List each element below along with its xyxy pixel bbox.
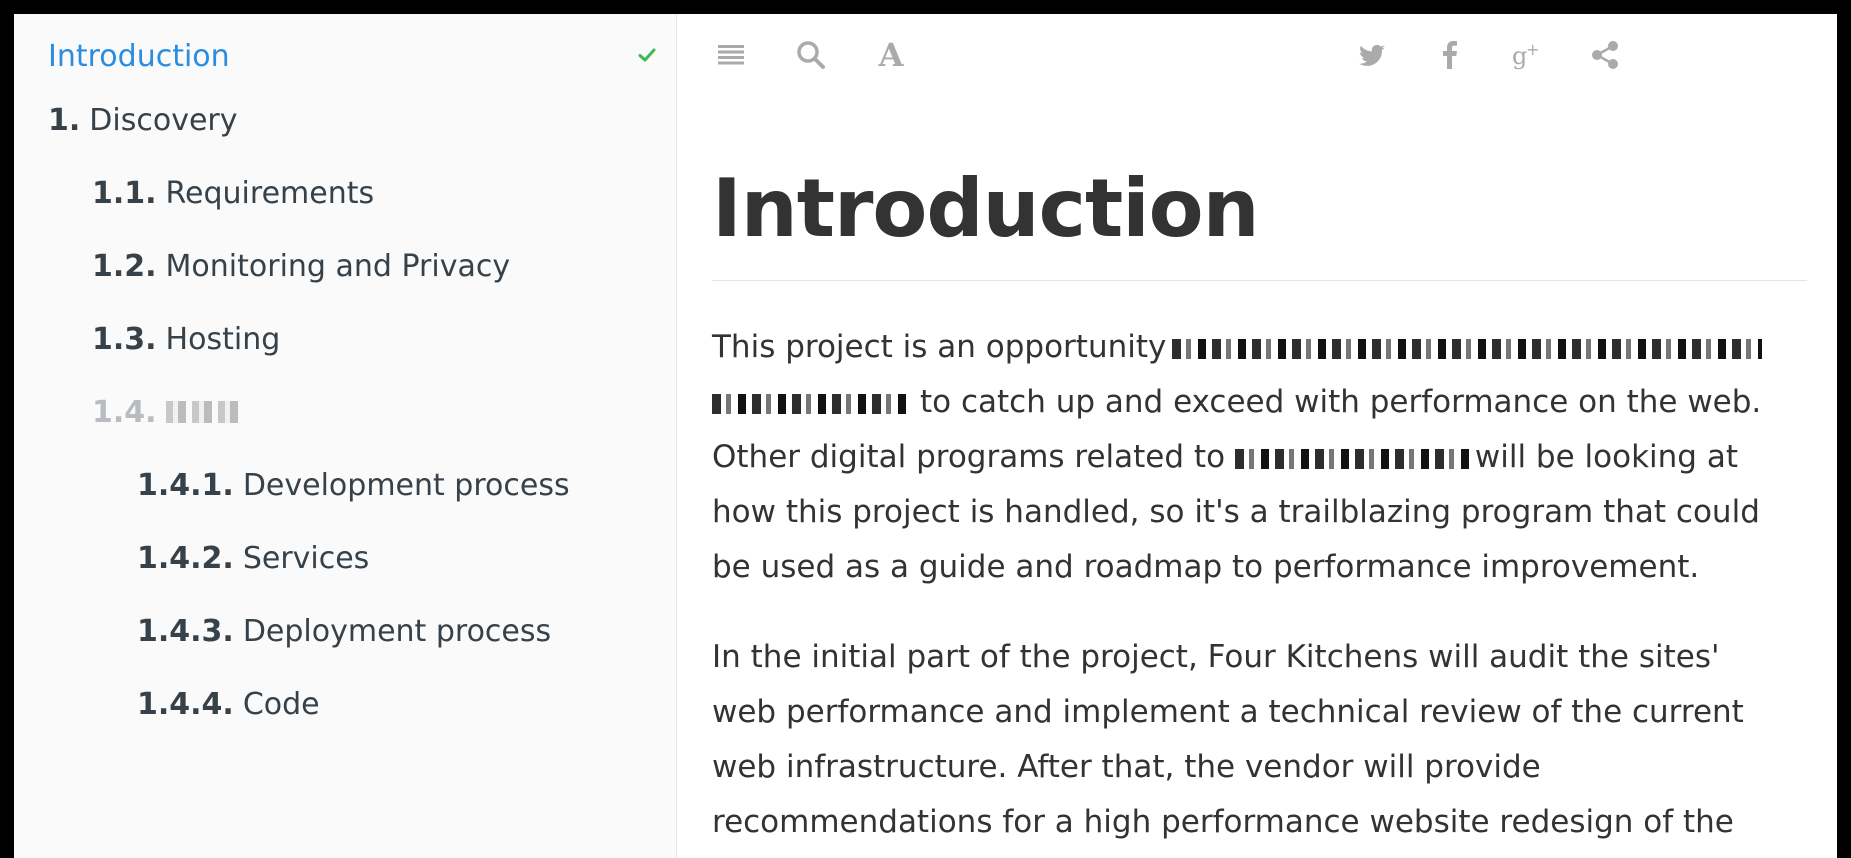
paragraph-line: web performance and implement a technica…	[712, 694, 1744, 730]
sidebar-item-number: 1.2.	[92, 248, 157, 284]
redacted-text	[712, 394, 912, 414]
sidebar-item-label: Monitoring and Privacy	[165, 248, 511, 284]
paragraph-line: be used as a guide and roadmap to perfor…	[712, 549, 1700, 585]
page-title: Introduction	[712, 162, 1260, 255]
sidebar-item-monitoring-privacy[interactable]: 1.2. Monitoring and Privacy	[14, 236, 676, 296]
sidebar-item-redacted[interactable]: 1.4.	[14, 382, 676, 442]
sidebar-item-label: Services	[242, 540, 370, 576]
sidebar-item-development-process[interactable]: 1.4.1. Development process	[14, 455, 676, 515]
text-fragment: This project is an opportunity	[712, 329, 1167, 365]
sidebar-item-number: 1.3.	[92, 321, 157, 357]
paragraph-line: Other digital programs related to will b…	[712, 430, 1807, 485]
twitter-icon[interactable]	[1355, 38, 1389, 72]
sidebar-item-label: Hosting	[165, 321, 281, 357]
sidebar-item-code[interactable]: 1.4.4. Code	[14, 674, 676, 734]
paragraph-audit: In the initial part of the project, Four…	[712, 630, 1807, 850]
text-fragment: to catch up and exceed with performance …	[920, 384, 1762, 420]
sidebar-item-requirements[interactable]: 1.1. Requirements	[14, 163, 676, 223]
sidebar-item-number: 1.4.2.	[137, 540, 234, 576]
sidebar-item-services[interactable]: 1.4.2. Services	[14, 528, 676, 588]
font-glyph: A	[878, 36, 904, 74]
sidebar-item-number: 1.4.	[92, 394, 157, 430]
sidebar-item-deployment-process[interactable]: 1.4.3. Deployment process	[14, 601, 676, 661]
sidebar-item-discovery[interactable]: 1. Discovery	[14, 90, 676, 150]
google-plus-icon[interactable]: g +	[1510, 38, 1544, 72]
sidebar-item-number: 1.4.4.	[137, 686, 234, 722]
title-divider	[712, 280, 1807, 281]
sidebar-item-hosting[interactable]: 1.3. Hosting	[14, 309, 676, 369]
paragraph-line: to catch up and exceed with performance …	[712, 375, 1807, 430]
svg-text:+: +	[1526, 40, 1539, 59]
sidebar-item-label: Development process	[242, 467, 570, 503]
sidebar-item-number: 1.1.	[92, 175, 157, 211]
share-icon[interactable]	[1588, 38, 1622, 72]
text-fragment: will be looking at	[1474, 439, 1738, 475]
redacted-label	[165, 401, 242, 423]
sidebar-item-label: Code	[242, 686, 320, 722]
sidebar-item-introduction[interactable]: Introduction	[14, 26, 676, 86]
redacted-text	[1234, 449, 1475, 469]
sidebar-item-number: 1.	[48, 102, 81, 138]
main-content: A g + Introduction This project is an op…	[677, 14, 1837, 858]
app-frame: Introduction 1. Discovery 1.1. Requireme…	[14, 14, 1837, 858]
sidebar-item-number: 1.4.3.	[137, 613, 234, 649]
paragraph-line: web infrastructure. After that, the vend…	[712, 749, 1541, 785]
sidebar-item-label: Introduction	[48, 38, 230, 74]
facebook-icon[interactable]	[1433, 38, 1467, 72]
sidebar-item-label: Requirements	[165, 175, 375, 211]
paragraph-line: This project is an opportunity	[712, 320, 1807, 375]
sidebar-item-label: Deployment process	[242, 613, 552, 649]
redacted-text	[1172, 339, 1763, 359]
font-settings-icon[interactable]: A	[874, 36, 908, 74]
paragraph-line: how this project is handled, so it's a t…	[712, 494, 1760, 530]
sidebar-item-label: Discovery	[89, 102, 238, 138]
menu-icon[interactable]	[714, 38, 748, 72]
search-icon[interactable]	[794, 38, 828, 72]
paragraph-line: recommendations for a high performance w…	[712, 804, 1734, 840]
paragraph-line: In the initial part of the project, Four…	[712, 639, 1720, 675]
text-fragment: Other digital programs related to	[712, 439, 1226, 475]
table-of-contents: Introduction 1. Discovery 1.1. Requireme…	[14, 14, 677, 858]
sidebar-item-number: 1.4.1.	[137, 467, 234, 503]
check-icon	[638, 48, 656, 62]
paragraph-intro: This project is an opportunity to catch …	[712, 320, 1807, 595]
